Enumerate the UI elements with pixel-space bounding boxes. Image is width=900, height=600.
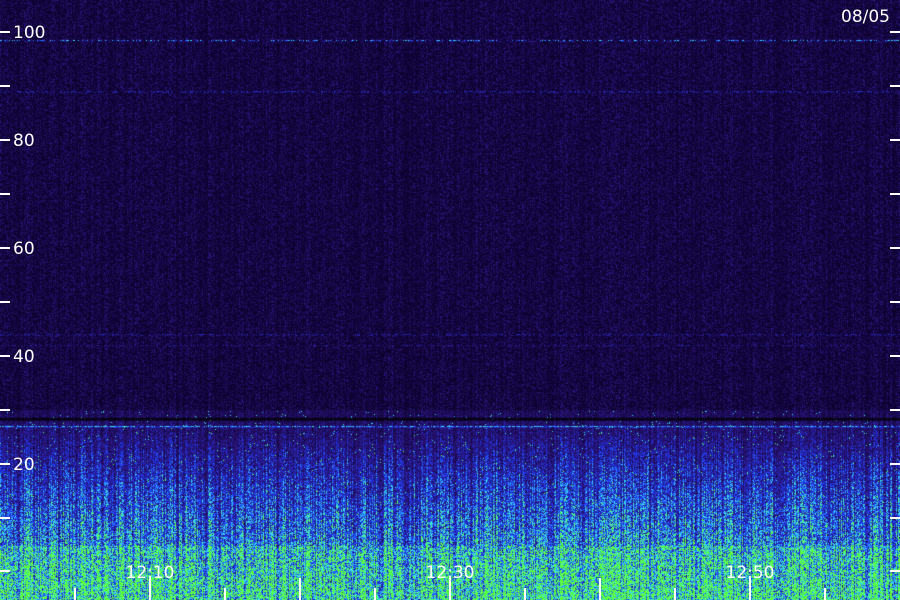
y-tick-label: 80 xyxy=(13,131,35,151)
axis-overlay: 100 80 60 40 20 12:10 12:30 12:50 08/05 xyxy=(0,7,900,600)
date-label: 08/05 xyxy=(841,7,890,27)
y-tick-label: 20 xyxy=(13,455,35,475)
x-tick-label: 12:10 xyxy=(126,563,175,583)
x-tick-label: 12:30 xyxy=(426,563,475,583)
x-tick-label: 12:50 xyxy=(726,563,775,583)
y-tick-label: 100 xyxy=(13,23,45,43)
y-axis: 100 80 60 40 20 xyxy=(0,23,900,572)
y-tick-label: 60 xyxy=(13,239,35,259)
y-tick-label: 40 xyxy=(13,347,35,367)
spectrogram: 100 80 60 40 20 12:10 12:30 12:50 08/05 xyxy=(0,0,900,600)
x-axis: 12:10 12:30 12:50 xyxy=(74,563,826,600)
